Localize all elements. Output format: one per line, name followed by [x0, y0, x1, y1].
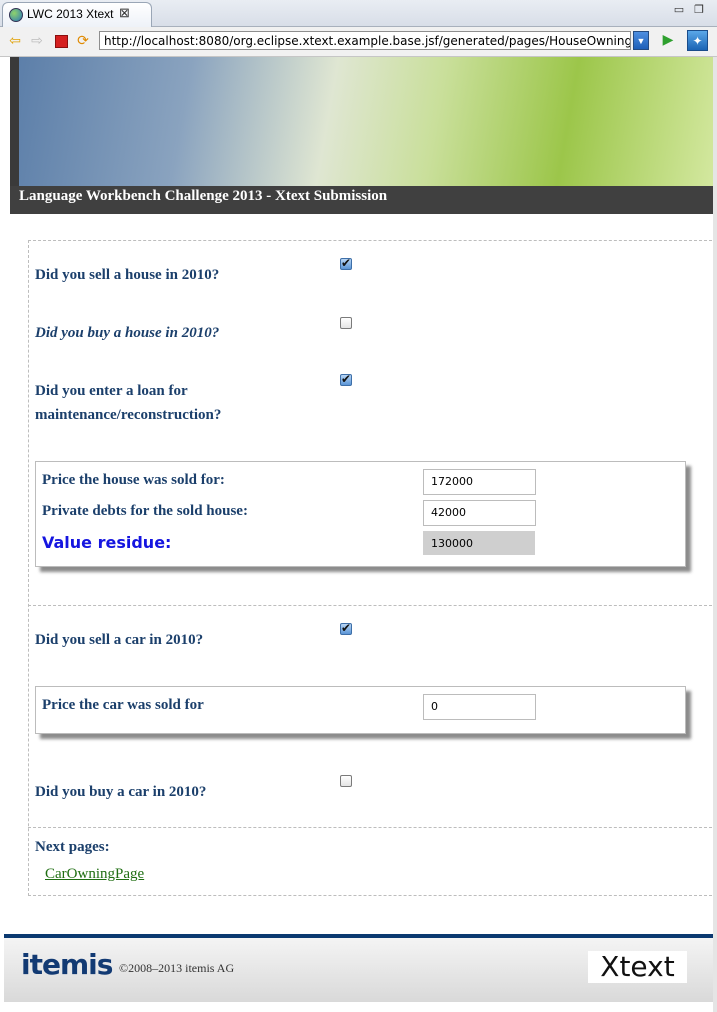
question-loan-line2: maintenance/reconstruction?	[35, 407, 222, 423]
question-sell-house: Did you sell a house in 2010?	[35, 267, 220, 283]
copyright-text: ©2008–2013 itemis AG	[119, 961, 235, 975]
web-tool-icon[interactable]: ✦	[687, 30, 708, 51]
house-debts-input[interactable]: 42000	[423, 500, 536, 526]
go-icon[interactable]: ▶	[660, 32, 676, 50]
address-bar[interactable]: http://localhost:8080/org.eclipse.xtext.…	[99, 31, 631, 50]
section-divider	[28, 605, 712, 606]
stop-icon[interactable]	[52, 32, 70, 50]
car-price-input[interactable]: 0	[423, 694, 536, 720]
next-pages-label: Next pages:	[35, 839, 110, 855]
checkmark-icon: ✔	[341, 372, 352, 386]
navigation-toolbar: ⇦ ⇨ ⟳ http://localhost:8080/org.eclipse.…	[0, 27, 717, 57]
checkbox-buy-house[interactable]	[340, 317, 352, 329]
close-tab-icon[interactable]: ⊠	[119, 5, 130, 21]
refresh-icon[interactable]: ⟳	[74, 32, 92, 50]
forward-arrow-icon[interactable]: ⇨	[28, 32, 46, 50]
checkmark-icon: ✔	[341, 256, 352, 270]
itemis-logo[interactable]: itemis	[21, 948, 113, 981]
value-residue-output: 130000	[423, 531, 535, 555]
minimize-icon[interactable]: ▭	[672, 3, 686, 17]
house-price-label: Price the house was sold for:	[42, 472, 225, 488]
checkmark-icon: ✔	[341, 621, 352, 635]
globe-icon	[9, 8, 23, 22]
checkbox-sell-car[interactable]: ✔	[340, 621, 352, 635]
address-dropdown-icon[interactable]: ▼	[633, 31, 649, 50]
xtext-logo[interactable]: Xtext	[588, 951, 687, 983]
right-edge	[713, 57, 717, 1012]
browser-tab[interactable]: LWC 2013 Xtext ⊠	[2, 2, 152, 27]
back-arrow-icon[interactable]: ⇦	[6, 32, 24, 50]
house-debts-label: Private debts for the sold house:	[42, 503, 248, 519]
maximize-icon[interactable]: ❐	[692, 3, 706, 17]
page-title: Language Workbench Challenge 2013 - Xtex…	[19, 188, 388, 204]
tab-title: LWC 2013 Xtext	[27, 7, 114, 21]
question-loan-line1: Did you enter a loan for	[35, 383, 188, 399]
next-page-link[interactable]: CarOwningPage	[45, 866, 144, 883]
house-price-input[interactable]: 172000	[423, 469, 536, 495]
checkbox-sell-house[interactable]: ✔	[340, 256, 352, 270]
value-residue-label: Value residue:	[42, 533, 172, 552]
car-price-label: Price the car was sold for	[42, 697, 204, 713]
question-buy-car: Did you buy a car in 2010?	[35, 784, 207, 800]
checkbox-buy-car[interactable]	[340, 775, 352, 787]
checkbox-loan[interactable]: ✔	[340, 372, 352, 386]
question-sell-car: Did you sell a car in 2010?	[35, 632, 204, 648]
question-buy-house: Did you buy a house in 2010?	[35, 325, 220, 341]
section-divider	[28, 827, 712, 828]
